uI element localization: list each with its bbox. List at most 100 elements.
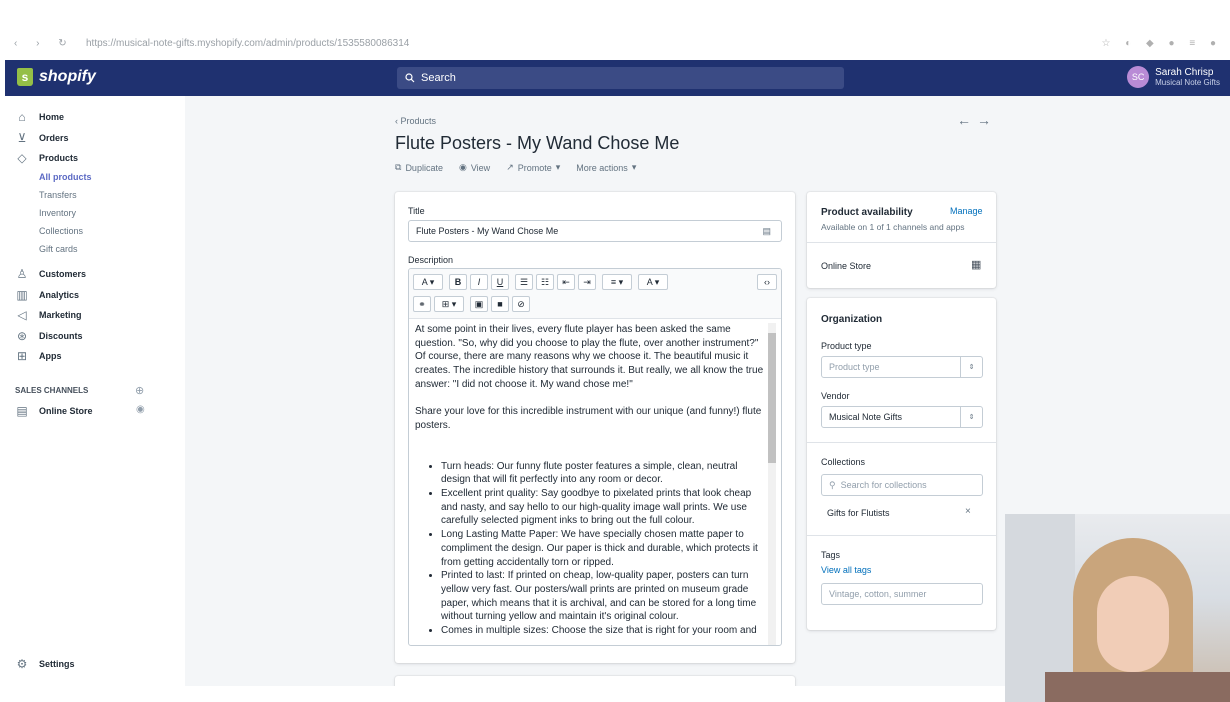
user-menu[interactable]: SC Sarah Chrisp Musical Note Gifts [1127, 66, 1220, 88]
tags-input[interactable]: Vintage, cotton, summer [821, 583, 983, 605]
next-product-arrow-icon[interactable]: → [977, 112, 997, 128]
link-button[interactable]: ⚭ [413, 296, 431, 312]
product-type-placeholder: Product type [829, 362, 880, 372]
logo-text: shopify [39, 68, 96, 85]
sidebar-item-apps[interactable]: ⊞ Apps [15, 349, 62, 363]
sidebar-item-label: Customers [39, 269, 87, 279]
underline-button[interactable]: U [491, 274, 509, 290]
product-type-input[interactable]: Product type ⇕ [821, 356, 983, 378]
align-button[interactable]: ≡ ▾ [602, 274, 632, 290]
sidebar-item-orders[interactable]: ⊻ Orders [15, 131, 69, 145]
prev-product-arrow-icon[interactable]: ← [957, 112, 977, 128]
list-item: Printed to last: If printed on cheap, lo… [441, 569, 765, 624]
sidebar-subitem-all-products[interactable]: All products [39, 172, 92, 184]
search-input[interactable]: Search [397, 67, 844, 89]
description-paragraph: Share your love for this incredible inst… [415, 406, 762, 431]
close-icon[interactable]: × [965, 506, 971, 517]
sidebar-item-discounts[interactable]: ⊛ Discounts [15, 329, 83, 343]
sidebar-item-analytics[interactable]: ▥ Analytics [15, 288, 79, 302]
more-actions-button[interactable]: More actions ▾ [576, 162, 636, 173]
sidebar-subitem-gift-cards[interactable]: Gift cards [39, 244, 78, 256]
sidebar-item-label: Apps [39, 351, 62, 361]
sidebar-subitem-transfers[interactable]: Transfers [39, 190, 77, 202]
description-content[interactable]: At some point in their lives, every flut… [415, 323, 765, 645]
sidebar-item-home[interactable]: ⌂ Home [15, 110, 64, 124]
feature-list: Turn heads: Our funny flute poster featu… [415, 460, 765, 638]
video-bottom-strip [0, 686, 1005, 702]
table-button[interactable]: ⊞ ▾ [434, 296, 464, 312]
search-icon [405, 73, 415, 83]
shopify-logo[interactable]: s shopify [17, 68, 96, 86]
sidebar-subitem-inventory[interactable]: Inventory [39, 208, 76, 220]
clear-formatting-button[interactable]: ⊘ [512, 296, 530, 312]
browser-extension-icons[interactable]: ☆ ◐ ◆ ● ≡ ● [1101, 38, 1222, 49]
store-icon: ▤ [16, 404, 28, 418]
action-bar: ⧉ Duplicate ◉ View ↗ Promote ▾ More actions ▾ [395, 162, 636, 173]
italic-button[interactable]: I [470, 274, 488, 290]
duplicate-button[interactable]: ⧉ Duplicate [395, 162, 443, 173]
vendor-select[interactable]: Musical Note Gifts ⇕ [821, 406, 983, 428]
webcam-presenter-shirt [1045, 672, 1230, 702]
description-editor[interactable]: A ▾ B I U ☰ ☷ ⇤ ⇥ ≡ ▾ A ▾ ‹› ⚭ ⊞ ▾ ▣ ■ ⊘… [408, 268, 782, 646]
insert-image-button[interactable]: ▣ [470, 296, 488, 312]
add-channel-icon[interactable]: ⊕ [135, 384, 144, 397]
page-title: Flute Posters - My Wand Chose Me [395, 133, 680, 153]
breadcrumb-label: Products [400, 116, 437, 126]
divider [807, 442, 996, 443]
keyboard-icon[interactable]: ▤ [762, 226, 771, 237]
font-style-button[interactable]: A ▾ [413, 274, 443, 290]
collection-chip: Gifts for Flutists [827, 508, 890, 518]
sidebar-item-label: Analytics [39, 290, 80, 300]
chevron-down-icon: ▾ [631, 162, 637, 172]
breadcrumb[interactable]: ‹ Products [395, 116, 436, 126]
select-arrows-icon: ⇕ [960, 407, 982, 427]
bullet-list-button[interactable]: ☰ [515, 274, 533, 290]
store-name: Musical Note Gifts [1155, 77, 1220, 87]
editor-toolbar: A ▾ B I U ☰ ☷ ⇤ ⇥ ≡ ▾ A ▾ ‹› ⚭ ⊞ ▾ ▣ ■ ⊘ [409, 269, 781, 319]
title-input[interactable]: Flute Posters - My Wand Chose Me ▤ [408, 220, 782, 242]
show-html-button[interactable]: ‹› [757, 274, 777, 290]
title-label: Title [408, 206, 425, 216]
more-actions-label: More actions [576, 162, 628, 173]
promote-label: Promote [517, 162, 552, 173]
home-icon: ⌂ [18, 110, 26, 124]
view-button[interactable]: ◉ View [459, 162, 490, 173]
divider [807, 242, 996, 243]
list-item: Comes in multiple sizes: Choose the size… [441, 624, 765, 638]
sidebar-item-label: Marketing [39, 310, 82, 320]
sidebar-item-settings[interactable]: ⚙ Settings [15, 657, 75, 671]
collections-search-input[interactable]: ⚲ Search for collections [821, 474, 983, 496]
sidebar-item-customers[interactable]: ♙ Customers [15, 267, 86, 281]
sidebar-item-marketing[interactable]: ◁ Marketing [15, 308, 82, 322]
organization-card: Organization Product type Product type ⇕… [807, 298, 996, 630]
promote-button[interactable]: ↗ Promote ▾ [506, 162, 560, 173]
calendar-icon[interactable]: ▦ [971, 258, 981, 271]
duplicate-icon: ⧉ [395, 162, 402, 172]
numbered-list-button[interactable]: ☷ [536, 274, 554, 290]
sidebar-item-online-store[interactable]: ▤ Online Store [15, 404, 92, 418]
manage-link[interactable]: Manage [950, 206, 983, 216]
pager: ←→ [957, 112, 997, 128]
insert-video-button[interactable]: ■ [491, 296, 509, 312]
sidebar-item-products[interactable]: ◇ Products [15, 151, 78, 165]
eye-icon[interactable]: ◉ [136, 404, 145, 415]
editor-scrollbar[interactable] [768, 323, 776, 645]
scrollbar-thumb[interactable] [768, 333, 776, 463]
top-bar: s shopify Search SC Sarah Chrisp Musical… [5, 60, 1230, 96]
sidebar-subitem-collections[interactable]: Collections [39, 226, 83, 238]
bold-button[interactable]: B [449, 274, 467, 290]
list-item: Excellent print quality: Say goodbye to … [441, 487, 765, 528]
availability-card: Product availability Manage Available on… [807, 192, 996, 288]
duplicate-label: Duplicate [405, 162, 443, 173]
sidebar: ⌂ Home ⊻ Orders ◇ Products All products Tra… [5, 96, 185, 686]
browser-url[interactable]: https://musical-note-gifts.myshopify.com… [86, 38, 409, 49]
vendor-label: Vendor [821, 391, 850, 401]
text-color-button[interactable]: A ▾ [638, 274, 668, 290]
view-all-tags-link[interactable]: View all tags [821, 565, 871, 575]
outdent-button[interactable]: ⇤ [557, 274, 575, 290]
user-name: Sarah Chrisp [1155, 66, 1214, 78]
indent-button[interactable]: ⇥ [578, 274, 596, 290]
sales-channels-heading: SALES CHANNELS [15, 386, 89, 395]
tag-icon: ◇ [17, 151, 27, 165]
browser-nav-icons[interactable]: ‹ › ↻ [14, 38, 75, 49]
